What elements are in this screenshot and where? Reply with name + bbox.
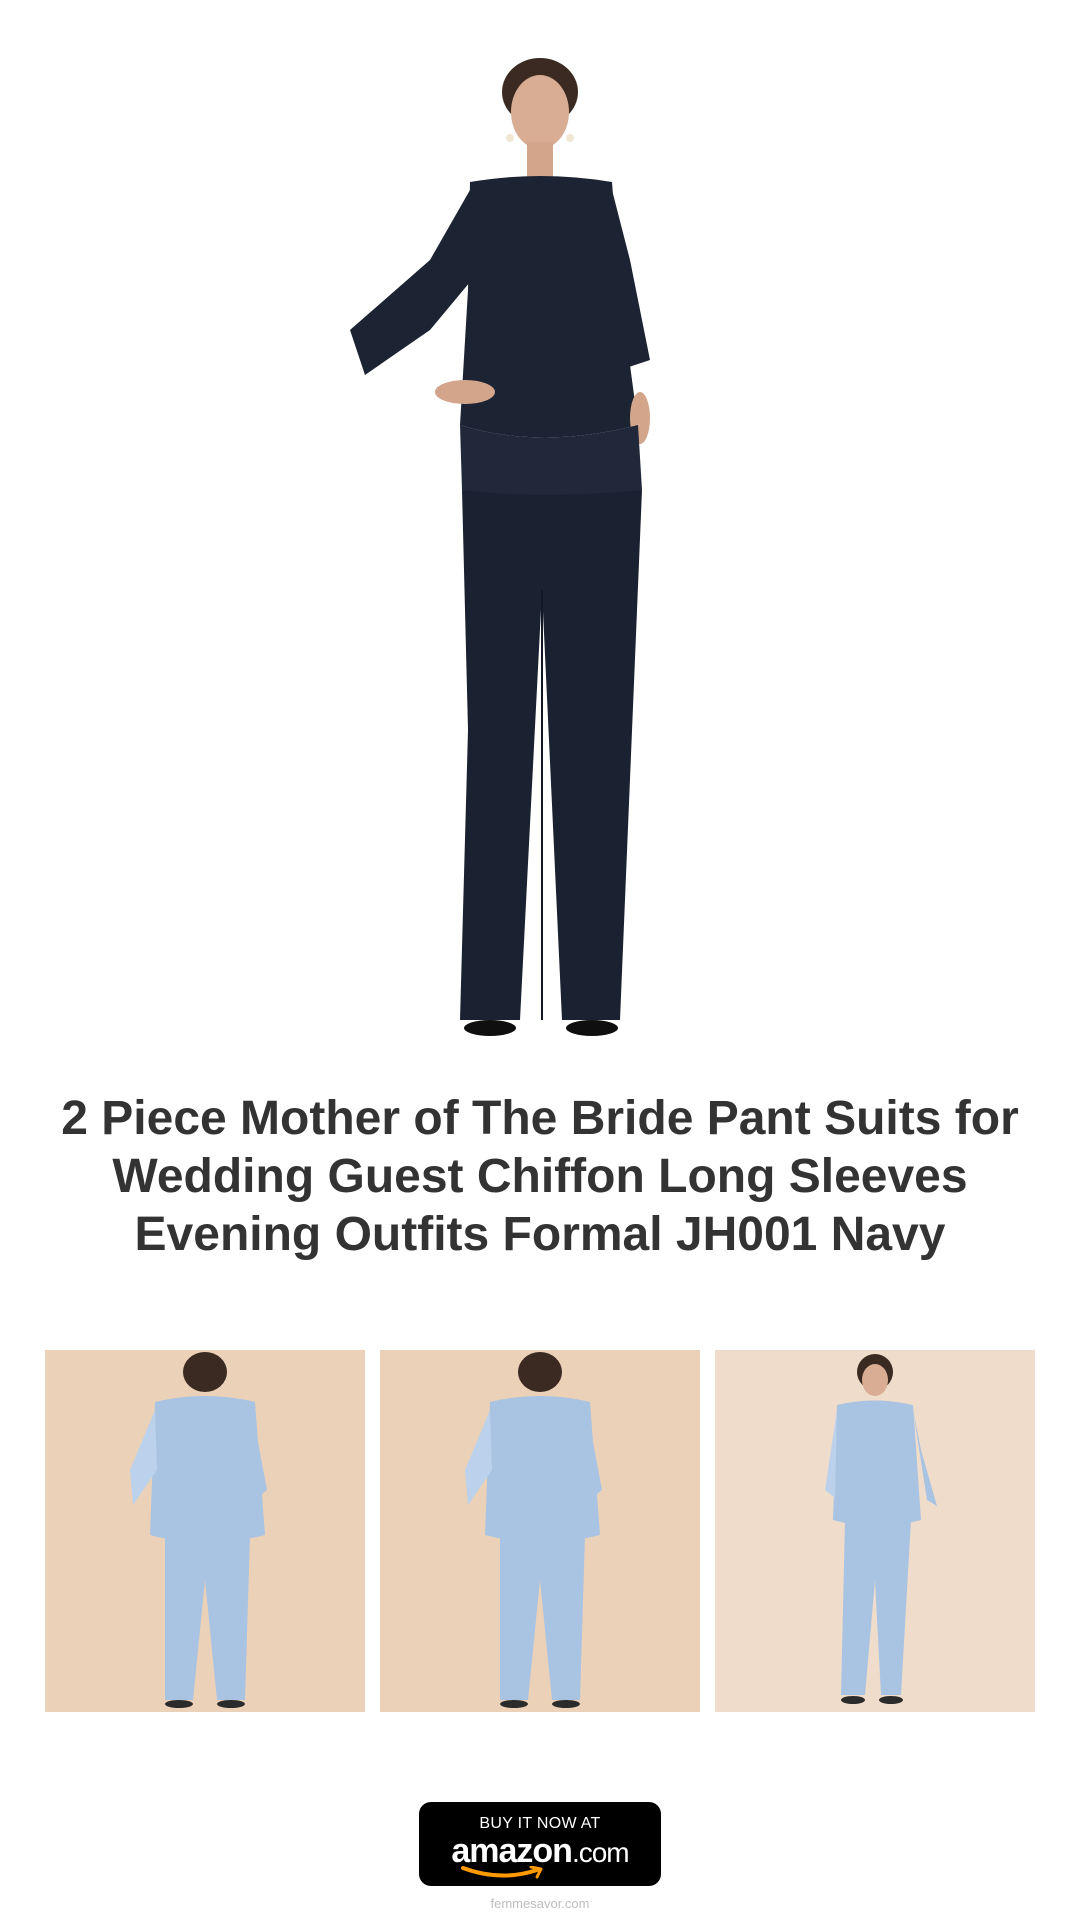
- site-footer: femmesavor.com: [490, 1896, 590, 1911]
- model-front-view-illustration: [715, 1350, 1035, 1712]
- model-back-view-illustration: [45, 1350, 365, 1712]
- buy-now-label: BUY IT NOW AT: [479, 1815, 601, 1832]
- product-main-image: [320, 30, 760, 1040]
- product-thumbnail-1[interactable]: [45, 1350, 365, 1712]
- amazon-logo-suffix: .com: [571, 1837, 630, 1868]
- product-thumbnail-3[interactable]: [715, 1350, 1035, 1712]
- thumbnail-strip: [45, 1350, 1035, 1712]
- buy-on-amazon-button[interactable]: BUY IT NOW AT amazon.com: [419, 1802, 661, 1886]
- model-back-view-illustration: [380, 1350, 700, 1712]
- model-navy-suit-illustration: [350, 58, 650, 1036]
- product-title: 2 Piece Mother of The Bride Pant Suits f…: [61, 1092, 1019, 1261]
- amazon-smile-icon: [461, 1866, 543, 1879]
- product-thumbnail-2[interactable]: [380, 1350, 700, 1712]
- amazon-logo-text: amazon: [451, 1832, 573, 1870]
